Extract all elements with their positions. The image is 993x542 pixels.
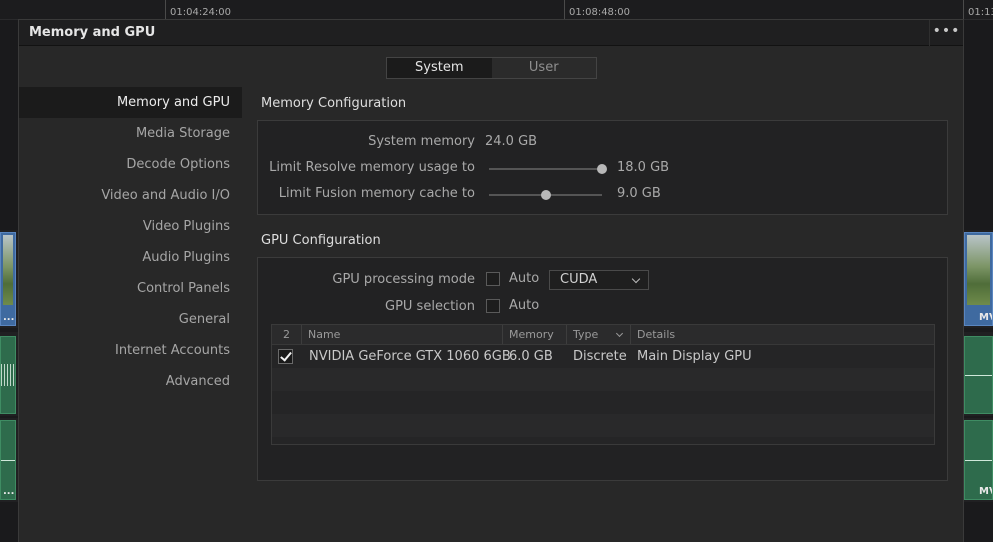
resolve-memory-slider[interactable] [489, 164, 607, 174]
audio-waveform [1, 364, 15, 386]
clip-thumbnail [3, 235, 13, 305]
sidebar-item-video-plugins[interactable]: Video Plugins [19, 211, 242, 242]
gpu-selection-label: GPU selection [385, 299, 475, 314]
clip-label: MV [979, 312, 992, 323]
sidebar-item-memory-and-gpu[interactable]: Memory and GPU [19, 87, 242, 118]
table-row [272, 391, 934, 414]
audio-clip[interactable]: ... [0, 420, 16, 500]
preferences-dialog: Memory and GPU ••• System User Memory an… [18, 19, 964, 542]
gpu-mode-auto-label: Auto [509, 271, 540, 286]
audio-waveform [1, 460, 15, 461]
resolve-memory-value: 18.0 GB [617, 160, 670, 175]
fusion-memory-slider[interactable] [489, 190, 602, 200]
sidebar-item-general[interactable]: General [19, 304, 242, 335]
gpu-table-header: 2 Name Memory Type Details [272, 325, 934, 345]
clip-label: ... [3, 312, 15, 323]
gpu-section-title: GPU Configuration [261, 233, 381, 248]
table-row[interactable]: NVIDIA GeForce GTX 1060 6GB 6.0 GB Discr… [272, 345, 934, 368]
tab-user[interactable]: User [492, 58, 597, 78]
gpu-mode-value: CUDA [560, 272, 598, 287]
chevron-down-icon [631, 274, 641, 284]
chevron-down-icon [615, 329, 624, 338]
sidebar-item-media-storage[interactable]: Media Storage [19, 118, 242, 149]
more-options-icon[interactable]: ••• [929, 20, 963, 46]
gpu-type: Discrete [573, 349, 627, 364]
type-column-label: Type [573, 328, 599, 341]
table-row [272, 368, 934, 391]
memory-section-title: Memory Configuration [261, 96, 407, 111]
gpu-mode-auto-checkbox[interactable] [486, 272, 500, 286]
sidebar-item-control-panels[interactable]: Control Panels [19, 273, 242, 304]
audio-waveform [965, 375, 992, 376]
sidebar-item-audio-plugins[interactable]: Audio Plugins [19, 242, 242, 273]
scope-tabs: System User [386, 57, 597, 79]
audio-waveform [965, 460, 992, 461]
resolve-memory-label: Limit Resolve memory usage to [269, 160, 475, 175]
gpu-table: 2 Name Memory Type Details NVIDIA GeForc… [271, 324, 935, 445]
gpu-mode-select[interactable]: CUDA [549, 270, 649, 290]
gpu-selection-auto-label: Auto [509, 298, 540, 313]
clip-label: MV [979, 486, 992, 497]
slider-handle[interactable] [540, 190, 551, 200]
details-column-header[interactable]: Details [630, 325, 934, 344]
gpu-select-checkbox[interactable] [278, 349, 293, 364]
fusion-memory-value: 9.0 GB [617, 186, 661, 201]
table-row [272, 414, 934, 437]
timecode-label: 01:04:24:00 [165, 0, 231, 20]
name-column-header[interactable]: Name [301, 325, 502, 344]
timeline-ruler[interactable]: 01:04:24:00 01:08:48:00 01:13 [0, 0, 993, 20]
gpu-count-header[interactable]: 2 [272, 325, 301, 344]
clip-label: ... [3, 486, 15, 497]
preferences-sidebar: Memory and GPU Media Storage Decode Opti… [19, 87, 242, 397]
clip-thumbnail [967, 235, 990, 305]
timecode-label: 01:08:48:00 [564, 0, 630, 20]
timecode-label: 01:13 [963, 0, 993, 20]
type-column-header[interactable]: Type [566, 325, 630, 344]
memory-column-header[interactable]: Memory [502, 325, 566, 344]
video-clip[interactable]: MV [964, 232, 993, 326]
gpu-memory: 6.0 GB [509, 349, 553, 364]
slider-track [489, 168, 602, 170]
sidebar-item-advanced[interactable]: Advanced [19, 366, 242, 397]
dialog-title: Memory and GPU [29, 25, 156, 40]
gpu-name: NVIDIA GeForce GTX 1060 6GB [309, 349, 511, 364]
system-memory-value: 24.0 GB [485, 134, 538, 149]
audio-clip[interactable] [0, 336, 16, 414]
video-clip[interactable]: ... [0, 232, 16, 326]
slider-handle[interactable] [597, 164, 607, 174]
tab-system[interactable]: System [387, 58, 492, 78]
audio-clip[interactable]: MV [964, 420, 993, 500]
dialog-titlebar[interactable]: Memory and GPU ••• [19, 20, 963, 46]
sidebar-item-decode-options[interactable]: Decode Options [19, 149, 242, 180]
gpu-details: Main Display GPU [637, 349, 752, 364]
sidebar-item-video-and-audio-io[interactable]: Video and Audio I/O [19, 180, 242, 211]
audio-clip[interactable] [964, 336, 993, 414]
sidebar-item-internet-accounts[interactable]: Internet Accounts [19, 335, 242, 366]
system-memory-label: System memory [368, 134, 475, 149]
gpu-processing-mode-label: GPU processing mode [332, 272, 475, 287]
gpu-selection-auto-checkbox[interactable] [486, 299, 500, 313]
fusion-memory-label: Limit Fusion memory cache to [278, 186, 475, 201]
